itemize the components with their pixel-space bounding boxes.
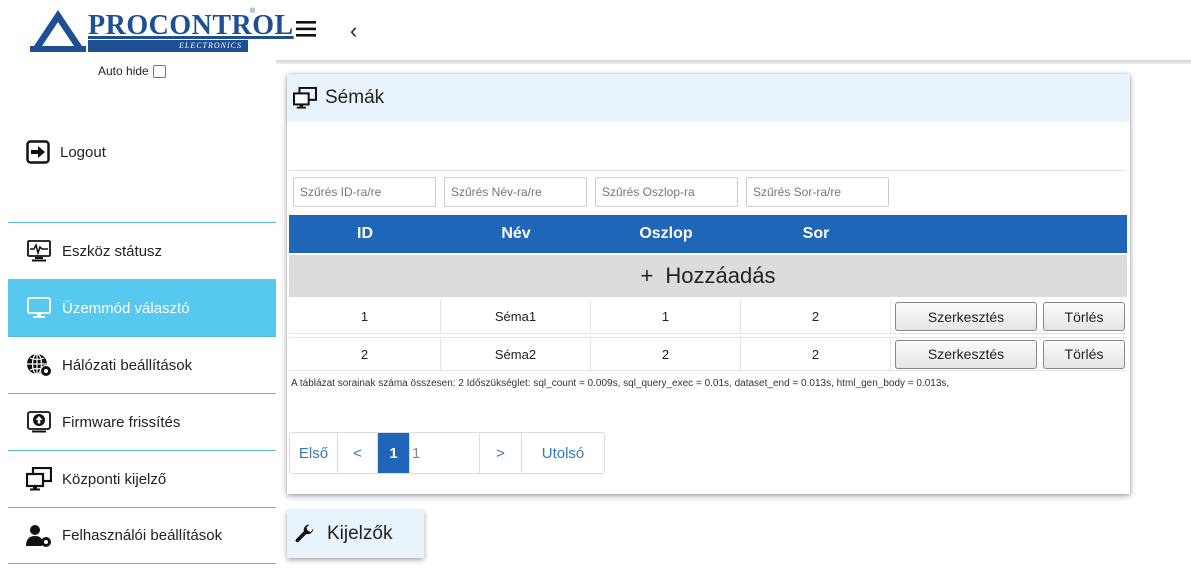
delete-button[interactable]: Törlés [1043,302,1125,331]
sidebar-item-label: Hálózati beállítások [62,356,193,374]
sidebar-item-firmware-update[interactable]: Firmware frissítés [8,393,276,450]
back-chevron-icon[interactable]: ‹ [350,18,357,44]
column-header-column[interactable]: Oszlop [591,215,741,253]
panel-header: Sémák [287,74,1130,122]
pager-prev-button[interactable]: < [338,433,378,473]
add-label: Hozzáadás [665,263,776,288]
cell-name: Séma2 [441,338,591,370]
column-header-name[interactable]: Név [441,215,591,253]
pager-current-page[interactable]: 1 [378,433,410,473]
pager-last-button[interactable]: Utolsó [522,433,604,473]
add-button[interactable]: + Hozzáadás [289,255,1127,297]
pager-page-input[interactable]: 1 [410,433,480,473]
sidebar-item-user-settings[interactable]: Felhasználói beállítások [8,507,276,564]
edit-button[interactable]: Szerkesztés [895,339,1037,369]
sidebar-item-label: Központi kijelző [62,470,167,488]
cell-row: 2 [741,300,891,333]
filter-name-input[interactable] [444,176,587,207]
sidebar-item-device-status[interactable]: Eszköz státusz [8,222,276,279]
sidebar-item-central-display[interactable]: Központi kijelző [8,450,276,507]
sidebar-item-label: Felhasználói beállítások [62,527,223,544]
globe-gear-icon [26,353,52,377]
cell-id: 1 [289,300,441,333]
filter-column-input[interactable] [595,176,738,207]
pagination: Első < 1 1 > Utolsó [289,432,605,474]
logo-subtitle: ELECTRONICS [88,40,248,52]
cell-id: 2 [289,338,441,370]
table-row: 1 Séma1 1 2 Szerkesztés Törlés [289,300,1127,334]
logout-icon [26,140,50,164]
displays-panel-header[interactable]: Kijelzők [287,510,424,558]
upload-box-icon [26,410,52,434]
displays-panel-title: Kijelzők [327,523,393,544]
sidebar-item-mode-selector[interactable]: Üzemmód választó [8,279,276,336]
top-bar [276,0,1191,64]
pager-next-button[interactable]: > [480,433,522,473]
pulse-monitor-icon [26,239,52,263]
sidebar: PROCONTROL ® ELECTRONICS Auto hide Logou… [0,0,293,568]
cell-actions: Szerkesztés Törlés [891,300,1127,333]
cell-row: 2 [741,338,891,370]
filter-row [289,170,1125,212]
column-header-actions [891,215,1127,253]
plus-icon: + [640,263,654,288]
cell-column: 1 [591,300,741,333]
table-header: ID Név Oszlop Sor [289,215,1127,253]
registered-mark: ® [250,8,256,15]
filter-row-input[interactable] [746,176,889,207]
dual-monitor-icon [293,87,317,109]
auto-hide-toggle[interactable]: Auto hide [98,64,166,78]
column-header-id[interactable]: ID [289,215,441,253]
table-row: 2 Séma2 2 2 Szerkesztés Törlés [289,337,1127,371]
cell-actions: Szerkesztés Törlés [891,338,1127,370]
auto-hide-checkbox[interactable] [152,64,166,78]
table-summary-text: A táblázat sorainak száma összesen: 2 Id… [291,378,950,389]
panel-title: Sémák [325,87,385,108]
sidebar-menu: Eszköz státusz Üzemmód választó Hálózati… [8,222,276,564]
procontrol-logo[interactable]: PROCONTROL ® ELECTRONICS [30,6,293,56]
cell-column: 2 [591,338,741,370]
column-header-row[interactable]: Sor [741,215,891,253]
delete-button[interactable]: Törlés [1043,339,1125,369]
sidebar-item-label: Eszköz státusz [62,242,163,260]
wrench-icon [295,524,314,543]
cell-name: Séma1 [441,300,591,333]
pager-first-button[interactable]: Első [290,433,338,473]
filter-id-input[interactable] [293,176,436,207]
sidebar-item-network-settings[interactable]: Hálózati beállítások [8,336,276,393]
auto-hide-label: Auto hide [98,64,149,78]
logo-text: PROCONTROL [88,10,294,41]
logout-button[interactable]: Logout [26,140,106,164]
sidebar-item-label: Firmware frissítés [62,413,181,431]
user-gear-icon [26,524,52,548]
sidebar-item-label: Üzemmód választó [62,299,190,317]
top-bar-divider [276,60,1191,64]
triangle-logo-icon [30,10,86,52]
logout-label: Logout [60,143,106,161]
schemes-panel: Sémák ID Név Oszlop Sor + Hozzáadás 1 Sé… [287,74,1130,494]
hamburger-menu-icon[interactable] [296,20,316,38]
edit-button[interactable]: Szerkesztés [895,302,1037,331]
monitor-icon [26,296,52,320]
dual-monitor-icon [26,467,52,491]
